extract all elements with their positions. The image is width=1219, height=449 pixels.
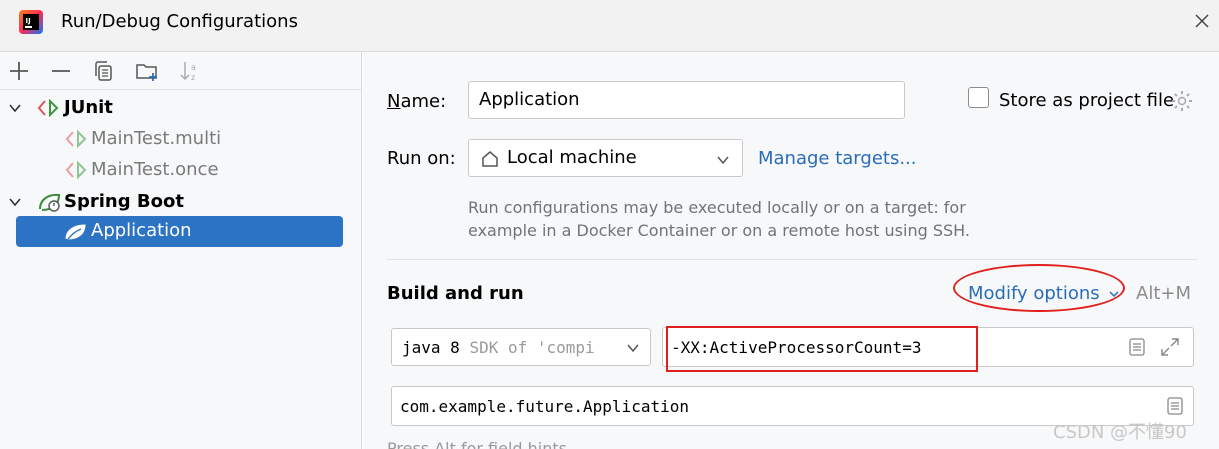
tree-group-spring-boot[interactable]: Spring Boot (0, 187, 361, 217)
tree-item-label: MainTest.multi (91, 128, 222, 149)
chevron-down-icon[interactable] (8, 101, 22, 115)
tree-item-label: MainTest.once (91, 159, 219, 180)
watermark: CSDN @不懂90 (1053, 422, 1187, 443)
svg-text:IJ: IJ (26, 17, 31, 25)
build-and-run-heading: Build and run (387, 283, 524, 304)
store-as-project-file-label: Store as project file (999, 90, 1175, 111)
home-icon (482, 151, 498, 167)
tree-group-label: Spring Boot (64, 191, 184, 212)
gear-icon[interactable] (1170, 89, 1194, 113)
window-title: Run/Debug Configurations (61, 11, 298, 32)
title-bar: IJ Run/Debug Configurations (0, 0, 1219, 52)
modify-options-shortcut: Alt+M (1136, 283, 1191, 304)
manage-targets-link[interactable]: Manage targets... (758, 148, 917, 169)
junit-test-icon (65, 130, 87, 148)
jdk-value: java 8 SDK of 'compi (402, 338, 595, 357)
jdk-select[interactable]: java 8 SDK of 'compi (391, 328, 651, 366)
tree-item-maintest-once[interactable]: MainTest.once (0, 155, 361, 185)
expand-icon[interactable] (1159, 336, 1181, 358)
tree-toolbar: az (0, 52, 361, 90)
svg-text:z: z (191, 73, 195, 82)
chevron-down-icon[interactable] (8, 195, 22, 209)
run-on-label: Run on: (387, 148, 456, 169)
copy-icon[interactable] (92, 59, 116, 83)
tree-item-application[interactable]: Application (16, 216, 343, 247)
tree-group-label: JUnit (64, 97, 113, 118)
tree-group-junit[interactable]: JUnit (0, 93, 361, 123)
name-input-value: Application (479, 89, 580, 110)
spring-boot-app-icon (65, 224, 86, 240)
run-on-value: Local machine (507, 147, 637, 168)
configuration-form: Name: Application Store as project file … (363, 52, 1219, 449)
new-folder-icon[interactable] (135, 59, 159, 83)
junit-test-icon (65, 161, 87, 179)
intellij-logo-icon: IJ (19, 10, 43, 34)
remove-icon[interactable] (49, 59, 73, 83)
text-editor-icon[interactable] (1127, 337, 1147, 357)
annotation-ellipse (953, 264, 1125, 312)
section-divider (387, 259, 1197, 260)
chevron-down-icon (627, 344, 639, 353)
close-icon[interactable] (1193, 12, 1211, 30)
run-on-select[interactable]: Local machine (468, 139, 743, 177)
add-icon[interactable] (7, 59, 31, 83)
spring-boot-icon (39, 193, 61, 212)
sort-icon[interactable]: az (178, 59, 202, 83)
field-hints-text: Press Alt for field hints (387, 439, 567, 449)
name-input[interactable]: Application (468, 81, 905, 119)
configurations-tree-panel: az JUnit MainTest.multi MainTest.once Sp… (0, 52, 362, 449)
store-as-project-file-checkbox[interactable] (968, 87, 989, 108)
chevron-down-icon (717, 156, 729, 165)
junit-icon (37, 99, 59, 117)
run-on-hint: Run configurations may be executed local… (468, 198, 970, 240)
name-label: Name: (387, 91, 447, 112)
svg-text:a: a (191, 63, 196, 72)
tree-item-maintest-multi[interactable]: MainTest.multi (0, 124, 361, 154)
tree-item-label: Application (91, 220, 192, 241)
main-class-value: com.example.future.Application (400, 397, 689, 416)
annotation-box (666, 326, 978, 372)
text-editor-icon[interactable] (1165, 396, 1185, 416)
